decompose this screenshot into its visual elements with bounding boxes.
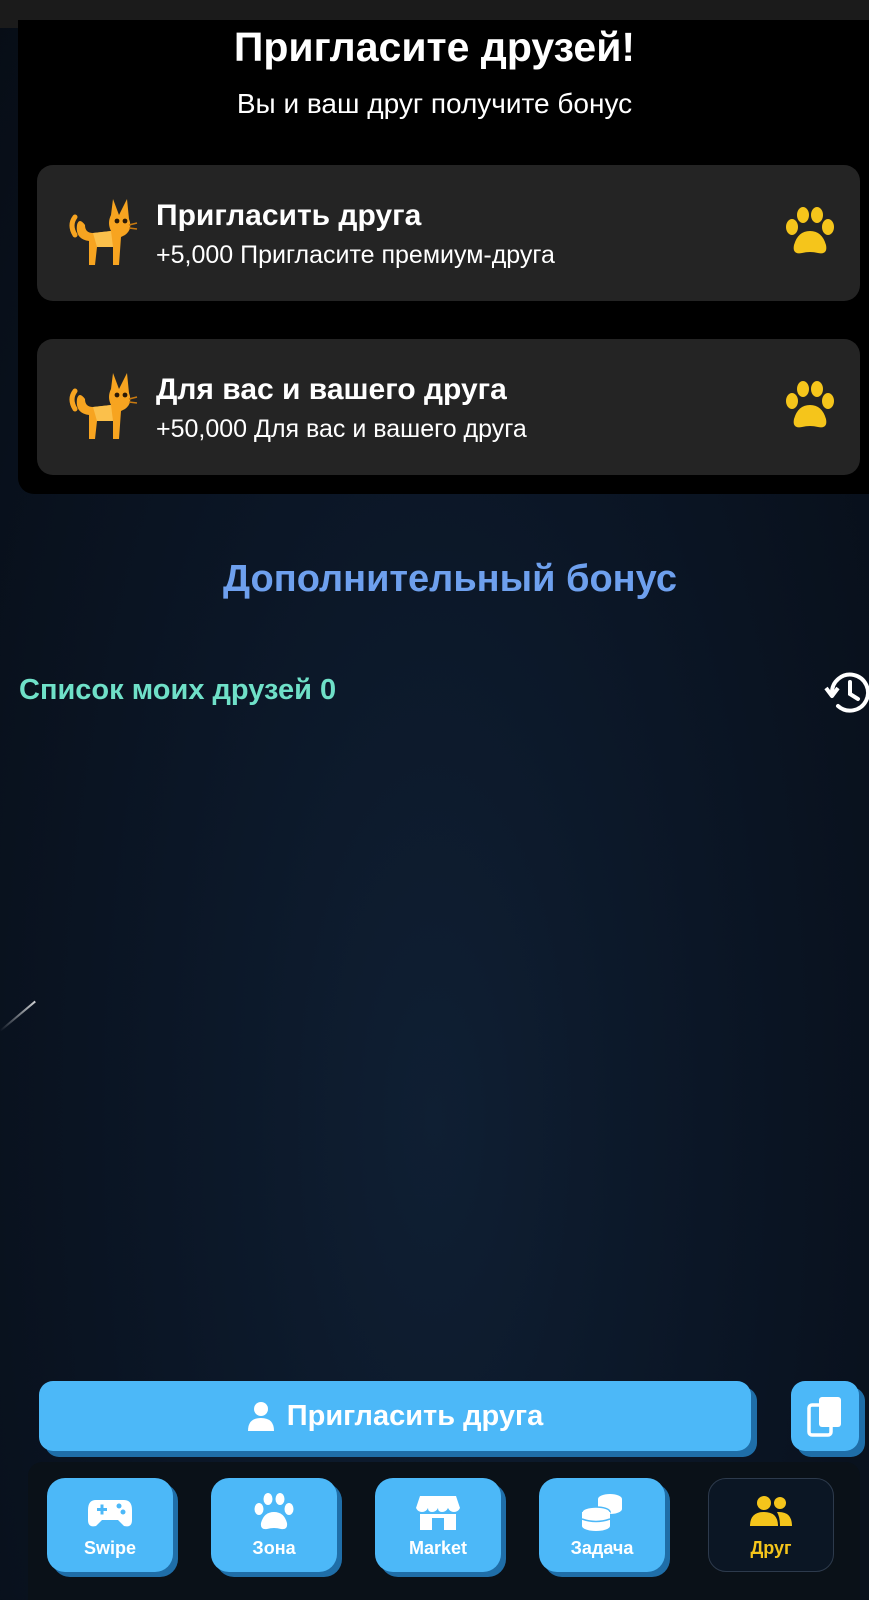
invite-premium-card[interactable]: Пригласить друга +5,000 Пригласите преми…	[37, 165, 860, 301]
invite-friend-button[interactable]: Пригласить друга	[39, 1381, 751, 1451]
paw-icon	[786, 381, 834, 428]
nav-label: Задача	[570, 1537, 634, 1558]
cat-icon	[69, 373, 138, 439]
nav-item-tasks[interactable]: Задача	[539, 1478, 665, 1572]
invite-both-card[interactable]: Для вас и вашего друга +50,000 Для вас и…	[37, 339, 860, 475]
store-icon	[416, 1495, 460, 1530]
decorative-streak	[0, 1000, 36, 1032]
friends-list-label: Список моих друзей 0	[19, 674, 337, 706]
user-icon	[247, 1402, 274, 1431]
nav-label: Swipe	[83, 1537, 136, 1558]
nav-label: Друг	[750, 1537, 792, 1558]
gamepad-icon	[88, 1499, 132, 1526]
nav-item-friends[interactable]: Друг	[708, 1478, 834, 1572]
nav-label: Market	[408, 1537, 468, 1558]
card-subtitle: +5,000 Пригласите премиум-друга	[156, 241, 555, 269]
cat-icon	[69, 199, 138, 265]
card-title: Пригласить друга	[156, 199, 422, 232]
coins-icon	[581, 1493, 622, 1531]
history-icon[interactable]	[822, 666, 869, 720]
card-title: Для вас и вашего друга	[156, 373, 507, 406]
nav-item-market[interactable]: Market	[375, 1478, 501, 1572]
nav-item-zone[interactable]: Зона	[211, 1478, 337, 1572]
invite-button-label: Пригласить друга	[286, 1399, 544, 1432]
nav-label: Зона	[252, 1537, 296, 1558]
page-subtitle: Вы и ваш друг получите бонус	[236, 88, 633, 119]
card-subtitle: +50,000 Для вас и вашего друга	[156, 415, 527, 443]
paw-icon	[254, 1492, 294, 1529]
users-icon	[750, 1495, 792, 1526]
page-title: Пригласите друзей!	[233, 24, 636, 70]
paw-icon	[786, 207, 834, 254]
nav-item-swipe[interactable]: Swipe	[47, 1478, 173, 1572]
copy-link-button[interactable]	[791, 1381, 859, 1451]
copy-icon	[807, 1397, 841, 1437]
extra-bonus-heading[interactable]: Дополнительный бонус	[0, 558, 869, 601]
